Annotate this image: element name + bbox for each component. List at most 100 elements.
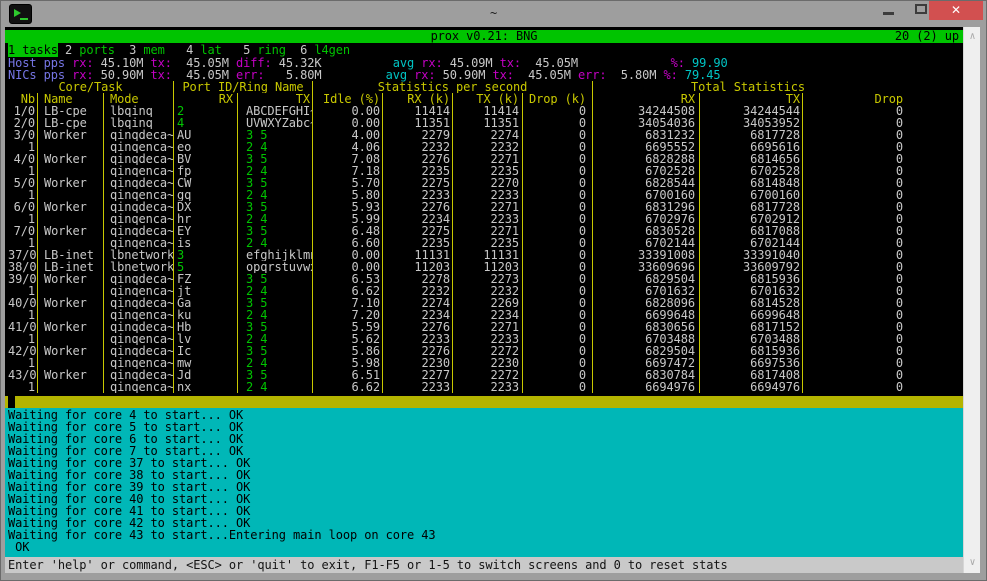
scroll-up-icon[interactable]: ∧ <box>964 29 981 45</box>
cell-nb: 7/0 <box>8 225 38 237</box>
cell-nb: 5/0 <box>8 177 38 189</box>
cell-drop_k: 0 <box>523 117 593 129</box>
cell-idle: 5.62 <box>313 333 383 345</box>
cell-tx_k: 2271 <box>453 201 523 213</box>
window-title: ~ <box>0 7 987 19</box>
cell-drop: 0 <box>803 357 955 369</box>
cell-drop_k: 0 <box>523 357 593 369</box>
cell-rx_total: 6697472 <box>593 357 700 369</box>
close-button[interactable]: ✕ <box>929 0 983 20</box>
group-port-ring: Port ID/Ring Name <box>174 81 313 93</box>
cell-mode: qinqdeca~ <box>104 201 174 213</box>
cell-rx_total: 6828096 <box>593 297 700 309</box>
cell-nb: 1 <box>8 141 38 153</box>
cell-mode: qinqenca~ <box>104 333 174 345</box>
cell-nb: 40/0 <box>8 297 38 309</box>
col-drop-total: Drop <box>803 93 955 105</box>
cell-rx_k: 2232 <box>383 141 453 153</box>
cell-tx_total: 6703488 <box>700 333 803 345</box>
table-row: 43/0Workerqinqdeca~Jd3 56.51227722720683… <box>8 369 955 381</box>
cell-idle: 6.48 <box>313 225 383 237</box>
group-stats-per-second: Statistics per second <box>313 81 593 93</box>
cell-mode: qinqenca~ <box>104 189 174 201</box>
cell-rx_total: 6830656 <box>593 321 700 333</box>
table-row: 38/0LB-inetlbnetwork5opqrstuvwx0.0011203… <box>8 261 955 273</box>
cell-rx_k: 2277 <box>383 369 453 381</box>
cell-drop_k: 0 <box>523 177 593 189</box>
terminal-screen[interactable]: prox v0.21: BNG 20 (2) up 1 tasks 2 port… <box>5 27 963 573</box>
scrollbar[interactable]: ∧ ∨ <box>963 27 980 573</box>
cell-rx: 4 <box>174 117 238 129</box>
table-row: 1qinqenca~eo2 44.06223222320669555266956… <box>8 141 955 153</box>
cell-tx: 2 4 <box>238 381 313 393</box>
cell-rx: 2 <box>174 105 238 117</box>
cell-rx: CW <box>174 177 238 189</box>
cell-name: LB-cpe <box>38 117 104 129</box>
cell-tx_total: 6694976 <box>700 381 803 393</box>
cell-mode: qinqdeca~ <box>104 297 174 309</box>
cell-tx_k: 2233 <box>453 189 523 201</box>
cell-tx: efghijklmn <box>238 249 313 261</box>
cell-drop: 0 <box>803 333 955 345</box>
cell-rx_k: 2230 <box>383 357 453 369</box>
cell-rx_total: 6699648 <box>593 309 700 321</box>
cell-rx: eo <box>174 141 238 153</box>
table-row: 1qinqenca~mw2 45.98223022300669747266975… <box>8 357 955 369</box>
cell-name <box>38 357 104 369</box>
cell-drop: 0 <box>803 369 955 381</box>
cell-drop: 0 <box>803 321 955 333</box>
table-row: 1qinqenca~ku2 47.20223422340669964866996… <box>8 309 955 321</box>
cell-rx_k: 2276 <box>383 201 453 213</box>
cell-rx: Ic <box>174 345 238 357</box>
cell-idle: 7.08 <box>313 153 383 165</box>
cell-name: Worker <box>38 273 104 285</box>
cell-rx_total: 6702144 <box>593 237 700 249</box>
cell-tx_k: 2271 <box>453 321 523 333</box>
cell-mode: qinqdeca~ <box>104 321 174 333</box>
cell-idle: 6.51 <box>313 369 383 381</box>
table-row: 1qinqenca~gq2 45.80223322330670016067001… <box>8 189 955 201</box>
scroll-down-icon[interactable]: ∨ <box>964 555 981 571</box>
cell-drop: 0 <box>803 117 955 129</box>
cell-rx_k: 2279 <box>383 129 453 141</box>
cell-tx_k: 2232 <box>453 285 523 297</box>
cell-drop: 0 <box>803 177 955 189</box>
cell-rx: Hb <box>174 321 238 333</box>
cell-mode: qinqdeca~ <box>104 153 174 165</box>
cell-tx: 3 5 <box>238 201 313 213</box>
cell-drop: 0 <box>803 141 955 153</box>
cell-tx_k: 2272 <box>453 345 523 357</box>
uptime-indicator: 20 (2) up <box>895 30 959 43</box>
table-row: 1qinqenca~nx2 46.62223322330669497666949… <box>8 381 955 393</box>
cell-mode: qinqenca~ <box>104 309 174 321</box>
cell-mode: lbqinq <box>104 117 174 129</box>
minimize-button[interactable] <box>876 0 904 20</box>
cell-drop: 0 <box>803 165 955 177</box>
table-row: 37/0LB-inetlbnetwork3efghijklmn0.0011131… <box>8 249 955 261</box>
cell-tx: 3 5 <box>238 153 313 165</box>
cell-tx: 2 4 <box>238 309 313 321</box>
table-row: 6/0Workerqinqdeca~DX3 55.932276227106831… <box>8 201 955 213</box>
cell-rx_k: 2276 <box>383 321 453 333</box>
minimize-icon <box>883 12 894 15</box>
cell-mode: lbnetwork <box>104 249 174 261</box>
screen-tabs[interactable]: 1 tasks 2 ports 3 mem 4 lat 5 ring 6 l4g… <box>8 44 350 56</box>
col-rx-total: RX <box>593 93 700 105</box>
cell-rx_k: 2232 <box>383 285 453 297</box>
cell-tx: opqrstuvwx <box>238 261 313 273</box>
cell-idle: 5.93 <box>313 201 383 213</box>
group-total-stats: Total Statistics <box>593 81 955 93</box>
cell-drop_k: 0 <box>523 321 593 333</box>
cell-rx_k: 2235 <box>383 237 453 249</box>
table-row: 3/0Workerqinqdeca~AU3 54.002279227406831… <box>8 129 955 141</box>
cell-tx_total: 6701632 <box>700 285 803 297</box>
cell-rx_k: 2276 <box>383 153 453 165</box>
cell-tx_k: 2233 <box>453 213 523 225</box>
cell-drop_k: 0 <box>523 201 593 213</box>
tasks-table: Core/Task Port ID/Ring Name Statistics p… <box>8 81 955 393</box>
title-bar[interactable]: ~ ✕ <box>0 0 987 27</box>
cell-rx: mw <box>174 357 238 369</box>
cell-rx_total: 33391008 <box>593 249 700 261</box>
cell-mode: qinqdeca~ <box>104 225 174 237</box>
table-row: 1qinqenca~hr2 45.99223422330670297667029… <box>8 213 955 225</box>
